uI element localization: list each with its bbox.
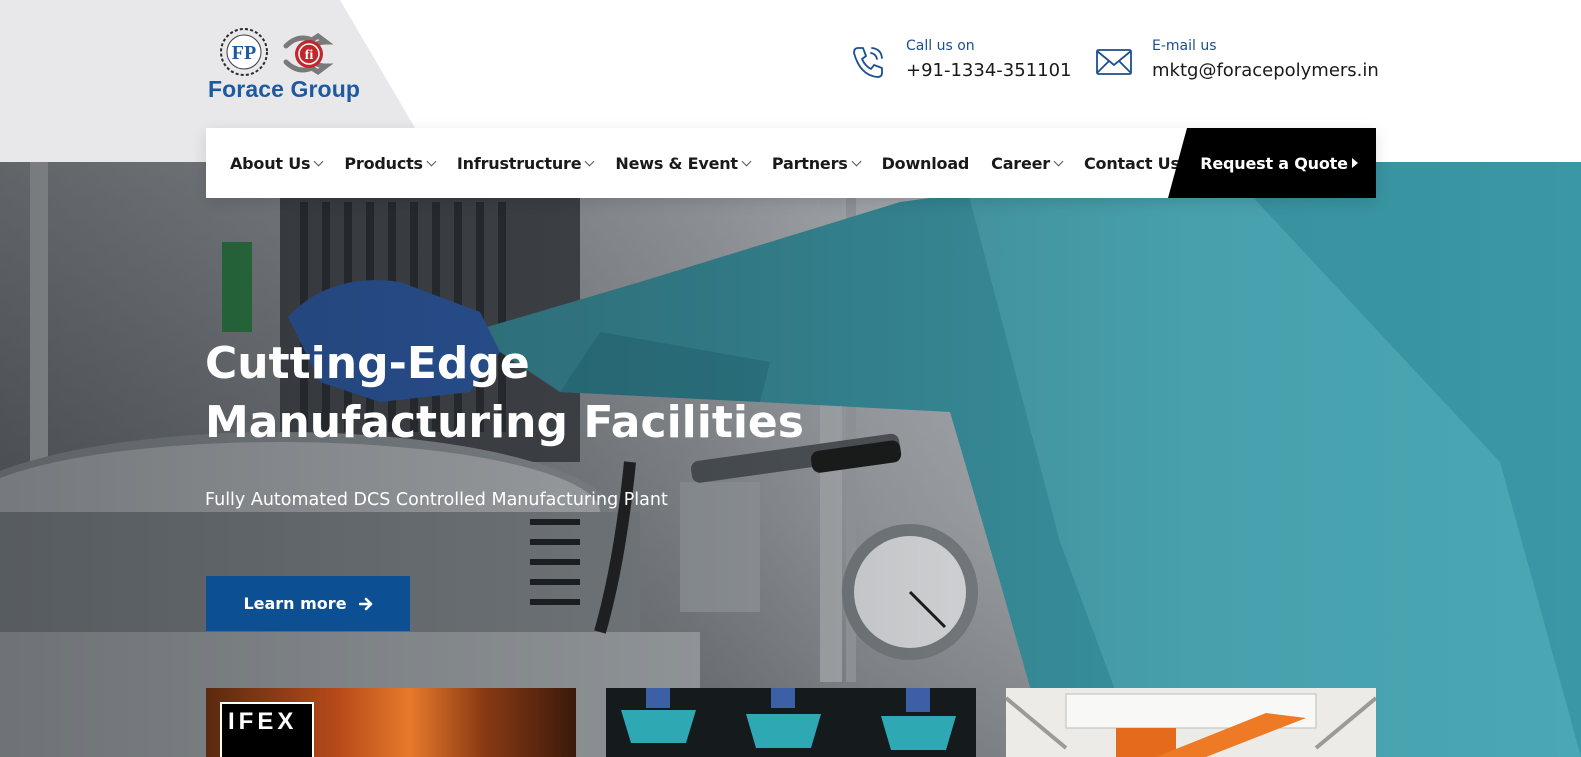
feature-card-machines[interactable]: [606, 688, 976, 757]
ifex-badge: IFEX: [220, 702, 314, 757]
nav-label: Download: [881, 153, 970, 173]
nav-item-infrustructure[interactable]: Infrustructure: [456, 153, 595, 173]
machines-image: [606, 688, 976, 757]
phone-icon: [853, 47, 883, 78]
hero-banner: Cutting-Edge Manufacturing Facilities Fu…: [0, 162, 1581, 757]
hero-title-line-2: Manufacturing Facilities: [205, 397, 804, 448]
nav-label: About Us: [230, 153, 311, 173]
phone-number[interactable]: +91-1334-351101: [906, 60, 1072, 81]
hero-title-line-1: Cutting-Edge: [205, 338, 530, 389]
nav-item-partners[interactable]: Partners: [771, 153, 862, 173]
nav-label: Partners: [771, 153, 848, 173]
svg-text:fi: fi: [305, 48, 314, 63]
learn-more-button[interactable]: Learn more: [206, 576, 410, 631]
nav-label: Infrustructure: [456, 153, 582, 173]
nav-item-news-event[interactable]: News & Event: [615, 153, 752, 173]
nav-label: News & Event: [615, 153, 738, 173]
email-contact[interactable]: E-mail us mktg@foracepolymers.in: [1094, 38, 1379, 82]
nav-label: Contact Us: [1084, 153, 1180, 173]
hero-title: Cutting-Edge Manufacturing Facilities: [205, 334, 825, 452]
call-contact[interactable]: Call us on +91-1334-351101: [848, 38, 1072, 82]
caret-right-icon: [1351, 158, 1358, 168]
email-address[interactable]: mktg@foracepolymers.in: [1152, 60, 1379, 81]
arrow-right-icon: [358, 597, 372, 610]
nav-item-career[interactable]: Career: [991, 153, 1064, 173]
feature-card-ifex[interactable]: IFEX: [206, 688, 576, 757]
chevron-down-icon: [1053, 156, 1064, 167]
nav-item-contact-us[interactable]: Contact Us: [1084, 153, 1194, 173]
nav-item-download[interactable]: Download: [882, 154, 970, 173]
call-label: Call us on: [906, 38, 975, 54]
chevron-down-icon: [741, 156, 752, 167]
email-label: E-mail us: [1152, 38, 1217, 54]
site-logo[interactable]: FP fi Forace Group: [208, 28, 361, 104]
chevron-down-icon: [313, 156, 324, 167]
nav-label: Career: [991, 153, 1050, 173]
chevron-down-icon: [584, 156, 595, 167]
brand-name: Forace Group: [208, 76, 361, 102]
nav-label: Products: [344, 153, 423, 173]
plant-image: [1006, 688, 1376, 757]
main-nav: About Us Products Infrustructure News & …: [206, 128, 1376, 198]
forace-logo-mark-icon: FP fi: [220, 28, 334, 76]
feature-card-plant[interactable]: [1006, 688, 1376, 757]
request-quote-button[interactable]: Request a Quote: [1168, 128, 1376, 198]
chevron-down-icon: [851, 156, 862, 167]
nav-menu: About Us Products Infrustructure News & …: [206, 128, 1214, 198]
nav-item-products[interactable]: Products: [344, 153, 437, 173]
hero-overlay: [0, 162, 1581, 757]
envelope-icon: [1096, 49, 1132, 75]
learn-more-label: Learn more: [243, 594, 347, 613]
request-quote-label: Request a Quote: [1200, 153, 1348, 173]
hero-subtitle: Fully Automated DCS Controlled Manufactu…: [205, 490, 668, 510]
svg-text:FP: FP: [232, 42, 256, 64]
nav-item-about-us[interactable]: About Us: [230, 153, 324, 173]
chevron-down-icon: [426, 156, 437, 167]
